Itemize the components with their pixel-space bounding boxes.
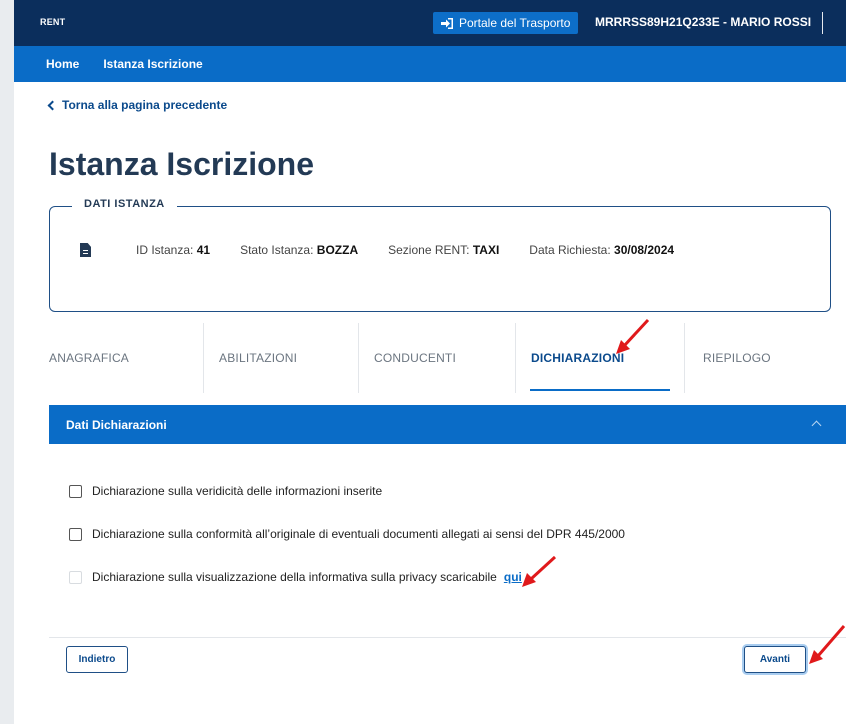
wizard-tabs: ANAGRAFICA ABILITAZIONI CONDUCENTI DICHI… bbox=[49, 323, 831, 393]
chevron-up-icon[interactable] bbox=[811, 420, 822, 431]
tab-abilitazioni[interactable]: ABILITAZIONI bbox=[204, 323, 359, 393]
active-tab-indicator bbox=[530, 389, 670, 391]
avanti-button[interactable]: Avanti bbox=[744, 646, 806, 673]
declaration-label: Dichiarazione sulla visualizzazione dell… bbox=[92, 570, 497, 584]
declaration-privacy: Dichiarazione sulla visualizzazione dell… bbox=[69, 570, 522, 584]
indietro-button[interactable]: Indietro bbox=[66, 646, 128, 673]
dati-istanza-legend: DATI ISTANZA bbox=[72, 198, 177, 210]
declaration-label: Dichiarazione sulla conformità all’origi… bbox=[92, 527, 625, 541]
dati-istanza-panel: DATI ISTANZA ID Istanza: 41 Stato Istanz… bbox=[49, 198, 831, 312]
declaration-label: Dichiarazione sulla veridicità delle inf… bbox=[92, 484, 383, 498]
checkbox-veridicita[interactable] bbox=[69, 484, 82, 498]
back-link-label: Torna alla pagina precedente bbox=[62, 98, 228, 112]
privacy-download-link[interactable]: qui bbox=[504, 570, 522, 584]
chevron-left-icon bbox=[47, 100, 58, 111]
tab-conducenti[interactable]: CONDUCENTI bbox=[359, 323, 516, 393]
section-title: Dati Dichiarazioni bbox=[66, 418, 167, 432]
declaration-veridicita[interactable]: Dichiarazione sulla veridicità delle inf… bbox=[69, 484, 382, 498]
nav-home[interactable]: Home bbox=[46, 57, 79, 71]
page-title: Istanza Iscrizione bbox=[49, 146, 314, 182]
checkbox-privacy-disabled bbox=[69, 570, 82, 584]
data-richiesta: Data Richiesta: 30/08/2024 bbox=[529, 243, 675, 257]
checkbox-conformita[interactable] bbox=[69, 527, 82, 541]
brand-label: RENT bbox=[40, 17, 66, 27]
sezione-rent: Sezione RENT: TAXI bbox=[388, 243, 500, 257]
portale-trasporto-button[interactable]: Portale del Trasporto bbox=[433, 12, 579, 34]
tab-anagrafica[interactable]: ANAGRAFICA bbox=[49, 323, 204, 393]
back-link[interactable]: Torna alla pagina precedente bbox=[47, 98, 228, 112]
header-divider bbox=[822, 12, 823, 34]
stato-istanza: Stato Istanza: BOZZA bbox=[240, 243, 359, 257]
page: RENT Portale del Trasporto MRRRSS89H21Q2… bbox=[14, 0, 846, 724]
nav-bar: Home Istanza Iscrizione bbox=[14, 46, 846, 82]
left-rail bbox=[0, 0, 14, 724]
annotation-arrow-next-icon bbox=[809, 625, 846, 664]
tab-riepilogo[interactable]: RIEPILOGO bbox=[685, 323, 831, 393]
footer-divider bbox=[49, 637, 846, 638]
istanza-info-row: ID Istanza: 41 Stato Istanza: BOZZA Sezi… bbox=[80, 243, 704, 257]
tab-dichiarazioni[interactable]: DICHIARAZIONI bbox=[516, 323, 685, 393]
dati-dichiarazioni-header[interactable]: Dati Dichiarazioni bbox=[49, 405, 846, 444]
declaration-conformita[interactable]: Dichiarazione sulla conformità all’origi… bbox=[69, 527, 625, 541]
nav-istanza-iscrizione[interactable]: Istanza Iscrizione bbox=[103, 57, 202, 71]
user-identity[interactable]: MRRRSS89H21Q233E - MARIO ROSSI bbox=[595, 15, 811, 29]
id-istanza: ID Istanza: 41 bbox=[136, 243, 211, 257]
sign-in-icon bbox=[441, 17, 453, 29]
document-icon bbox=[80, 243, 91, 257]
annotation-arrow-link-icon bbox=[522, 555, 557, 587]
portale-trasporto-label: Portale del Trasporto bbox=[459, 16, 571, 30]
top-bar: RENT Portale del Trasporto MRRRSS89H21Q2… bbox=[14, 0, 846, 46]
